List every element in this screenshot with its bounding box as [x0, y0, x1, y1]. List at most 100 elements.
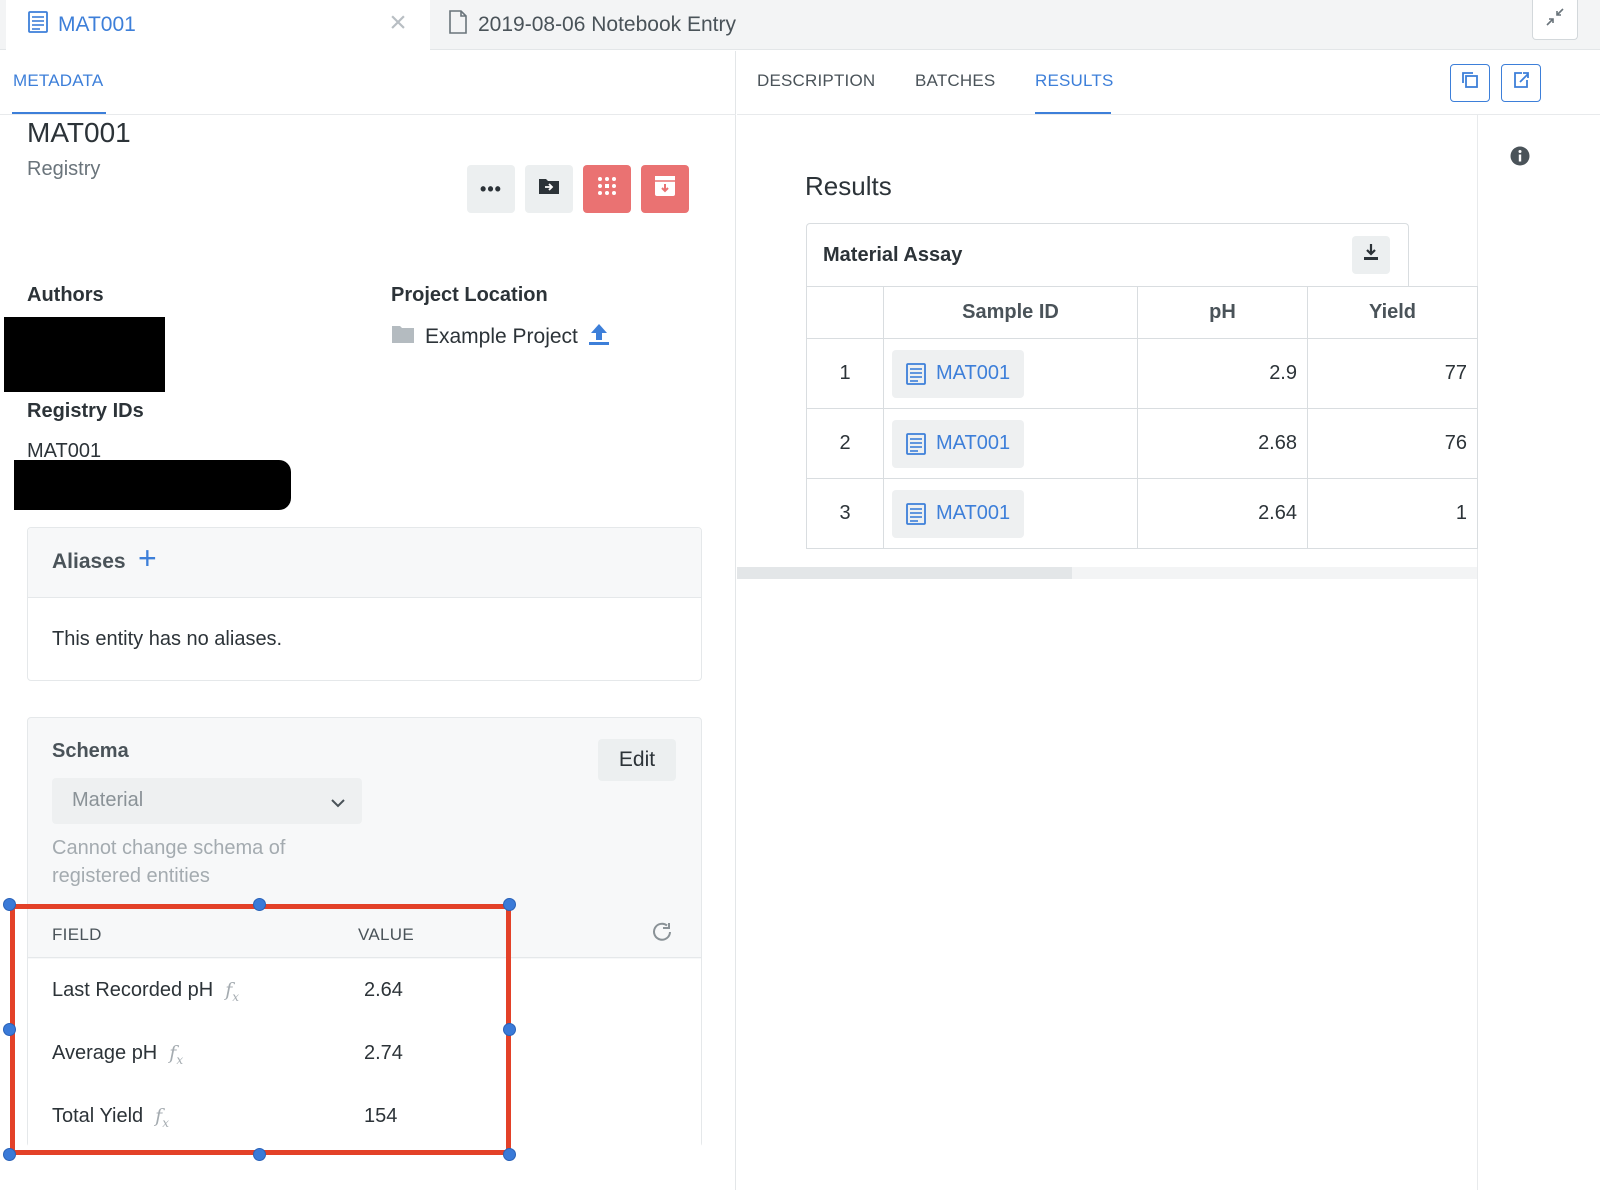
row-number: 2 [806, 408, 884, 479]
tab-results[interactable]: RESULTS [1035, 71, 1114, 91]
tab-bar: MAT001 × 2019-08-06 Notebook Entry [0, 0, 1600, 50]
active-tab-underline [1035, 112, 1111, 114]
resize-handle-bottom-left[interactable] [3, 1148, 16, 1161]
resize-handle-bottom[interactable] [253, 1148, 266, 1161]
registry-entity-icon [28, 11, 48, 39]
project-location-label: Project Location [391, 284, 548, 306]
resize-handle-left[interactable] [3, 1023, 16, 1036]
aliases-title: Aliases [52, 550, 126, 573]
unregister-button[interactable] [583, 165, 631, 213]
sample-id-header: Sample ID [883, 286, 1138, 339]
results-table: Sample ID pH Yield 1 MAT001 2.9 77 2 MAT… [806, 286, 1478, 549]
resize-handle-top-left[interactable] [3, 898, 16, 911]
archive-button[interactable] [641, 165, 689, 213]
ph-cell: 2.64 [1137, 478, 1308, 549]
upload-icon[interactable] [588, 322, 610, 352]
entity-type: Registry [27, 158, 101, 180]
more-options-button[interactable]: ••• [467, 165, 515, 213]
active-tab-underline [12, 112, 106, 114]
document-icon [448, 10, 468, 40]
entity-link-chip[interactable]: MAT001 [892, 489, 1025, 538]
yield-cell: 76 [1307, 408, 1478, 479]
aliases-header: Aliases + [28, 528, 701, 598]
share-icon [1512, 71, 1530, 95]
horizontal-scrollbar-thumb[interactable] [737, 567, 1072, 579]
resize-handle-right[interactable] [503, 1023, 516, 1036]
ph-cell: 2.68 [1137, 408, 1308, 479]
tab-entity-label: MAT001 [58, 13, 136, 36]
info-icon[interactable] [1510, 146, 1530, 172]
assay-header: Material Assay [806, 223, 1409, 287]
download-button[interactable] [1352, 236, 1390, 274]
table-row: 3 MAT001 2.64 1 [806, 478, 1478, 549]
schema-note: Cannot change schema of registered entit… [52, 837, 286, 887]
yield-header: Yield [1307, 286, 1478, 339]
registry-entity-icon [906, 502, 926, 525]
entity-title: MAT001 [27, 117, 131, 148]
table-header-row: Sample ID pH Yield [806, 286, 1478, 339]
grid-dots-icon [596, 175, 618, 203]
add-alias-plus-icon[interactable]: + [138, 542, 157, 574]
registry-entity-icon [906, 432, 926, 455]
tab-metadata[interactable]: METADATA [13, 71, 103, 91]
resize-handle-top[interactable] [253, 898, 266, 911]
collapse-button[interactable] [1532, 0, 1578, 40]
selection-box[interactable] [10, 904, 511, 1155]
tab-notebook-entry[interactable]: 2019-08-06 Notebook Entry [448, 0, 736, 50]
archive-icon [654, 175, 676, 203]
sample-id-cell: MAT001 [883, 478, 1138, 549]
edit-button[interactable]: Edit [598, 739, 676, 781]
resize-handle-bottom-right[interactable] [503, 1148, 516, 1161]
authors-label: Authors [27, 284, 104, 306]
sample-id-label: MAT001 [936, 432, 1011, 454]
results-title: Results [805, 171, 892, 201]
registry-ids-label: Registry IDs [27, 400, 144, 422]
sample-id-label: MAT001 [936, 362, 1011, 384]
share-button[interactable] [1501, 64, 1541, 102]
entity-link-chip[interactable]: MAT001 [892, 349, 1025, 398]
chevron-down-icon [330, 792, 346, 815]
yield-cell: 1 [1307, 478, 1478, 549]
row-number: 3 [806, 478, 884, 549]
copy-button[interactable] [1450, 64, 1490, 102]
tab-notebook-label: 2019-08-06 Notebook Entry [478, 13, 736, 36]
ellipsis-icon: ••• [480, 179, 502, 199]
close-icon[interactable]: × [386, 8, 410, 38]
entity-link-chip[interactable]: MAT001 [892, 419, 1025, 468]
ph-cell: 2.9 [1137, 338, 1308, 409]
right-sidebar-divider [1477, 115, 1478, 1190]
registry-entity-icon [906, 362, 926, 385]
collapse-icon [1544, 6, 1566, 34]
row-number-header [806, 286, 884, 339]
yield-cell: 77 [1307, 338, 1478, 409]
aliases-card: Aliases + This entity has no aliases. [27, 527, 702, 681]
copy-icon [1461, 71, 1479, 95]
tab-batches[interactable]: BATCHES [915, 71, 995, 91]
sample-id-cell: MAT001 [883, 338, 1138, 409]
assay-title: Material Assay [823, 244, 963, 266]
metadata-subtabs: METADATA [0, 51, 736, 115]
redacted-authors [4, 317, 165, 392]
sample-id-cell: MAT001 [883, 408, 1138, 479]
move-folder-icon [538, 177, 560, 201]
schema-select[interactable]: Material [52, 778, 362, 824]
redacted-registry-ids [14, 460, 291, 510]
tab-entity[interactable]: MAT001 × [6, 0, 430, 50]
resize-handle-top-right[interactable] [503, 898, 516, 911]
table-row: 1 MAT001 2.9 77 [806, 338, 1478, 409]
results-panel: DESCRIPTION BATCHES RESULTS Results Mate… [737, 51, 1600, 1190]
sample-id-label: MAT001 [936, 502, 1011, 524]
project-location[interactable]: Example Project [391, 322, 610, 352]
download-icon [1363, 243, 1379, 267]
schema-title: Schema [52, 740, 129, 762]
table-row: 2 MAT001 2.68 76 [806, 408, 1478, 479]
project-name: Example Project [425, 325, 578, 348]
move-to-folder-button[interactable] [525, 165, 573, 213]
schema-select-value: Material [72, 789, 144, 811]
tab-description[interactable]: DESCRIPTION [757, 71, 875, 91]
aliases-empty-text: This entity has no aliases. [52, 628, 283, 650]
ph-header: pH [1137, 286, 1308, 339]
folder-icon [391, 324, 415, 350]
results-subtabs: DESCRIPTION BATCHES RESULTS [737, 51, 1600, 115]
row-number: 1 [806, 338, 884, 409]
